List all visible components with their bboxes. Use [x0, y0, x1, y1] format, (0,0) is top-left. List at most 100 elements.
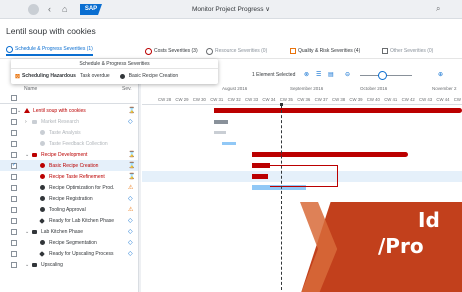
expand-icon[interactable]: ›: [25, 119, 27, 125]
task-bar[interactable]: [252, 174, 268, 179]
row-checkbox[interactable]: [11, 239, 17, 246]
task-bar[interactable]: [214, 131, 226, 134]
table-icon[interactable]: ▤: [328, 71, 334, 78]
severity-tab-3[interactable]: Resource Severities (0): [206, 46, 267, 56]
popover-item-target[interactable]: Basic Recipe Creation: [129, 73, 178, 79]
severity-tab-label: Resource Severities (0): [215, 48, 268, 54]
collapse-icon[interactable]: ⌄: [25, 152, 29, 158]
zoom-slider[interactable]: [360, 71, 412, 80]
collapse-icon[interactable]: ⌄: [25, 262, 29, 268]
app-title[interactable]: Monitor Project Progress ∨: [0, 5, 462, 13]
tree-row-label: Upscaling: [41, 261, 63, 268]
phase-bar[interactable]: [214, 119, 228, 124]
severity-tab-label: Schedule & Progress Severities (1): [15, 46, 93, 52]
week-label: CW 42: [401, 97, 415, 102]
week-label: CW 38: [332, 97, 346, 102]
severity-icon[interactable]: ◇: [128, 118, 133, 125]
zoom-slider-handle[interactable]: [378, 71, 387, 80]
severity-icon[interactable]: ◇: [128, 250, 133, 257]
tree-row[interactable]: Recipe Registration ◇: [0, 193, 138, 204]
collapse-icon[interactable]: ⌄: [17, 108, 21, 114]
select-all-checkbox[interactable]: [11, 95, 17, 101]
tree-row[interactable]: Recipe Segmentation ◇: [0, 237, 138, 248]
week-label: CW 44: [436, 97, 450, 102]
task-bar-selected[interactable]: [252, 163, 270, 168]
tree-row[interactable]: ⌄ Lab Kitchen Phase ◇: [0, 226, 138, 237]
severity-icon[interactable]: ◇: [128, 228, 133, 235]
row-checkbox[interactable]: [11, 162, 17, 169]
project-bar[interactable]: [214, 108, 462, 113]
tree-row[interactable]: Basic Recipe Creation ⌛: [0, 160, 138, 171]
week-label: CW 32: [227, 97, 241, 102]
severity-column-header[interactable]: Sev.: [122, 86, 132, 92]
row-checkbox[interactable]: [11, 118, 17, 125]
severity-icon[interactable]: ⚠: [128, 184, 133, 191]
milestone-icon: [39, 250, 45, 257]
severity-icon[interactable]: ◇: [128, 217, 133, 224]
banner-line-2: /Pro: [378, 234, 424, 258]
severity-icon[interactable]: ◇: [128, 239, 133, 246]
timeline-divider: [142, 104, 462, 105]
row-checkbox[interactable]: [11, 250, 17, 257]
tree-row[interactable]: Taste Analysis: [0, 127, 138, 138]
collapse-icon[interactable]: ⌄: [25, 229, 29, 235]
popover-item[interactable]: ⊠ Scheduling Hazardous Task overdue Basic…: [11, 69, 218, 83]
tree-row-label: Ready for Lab Kitchen Phase: [49, 217, 115, 224]
tree-row-label: Taste Analysis: [49, 129, 81, 136]
tree-row-label: Recipe Registration: [49, 195, 93, 202]
tree-row[interactable]: ⌄ Recipe Development ⌛: [0, 149, 138, 160]
task-bar[interactable]: [222, 142, 236, 145]
severity-popover: Schedule & Progress Severities ⊠ Scheduli…: [11, 59, 218, 84]
severity-icon[interactable]: ⌛: [128, 151, 135, 158]
row-checkbox[interactable]: [11, 195, 17, 202]
cancel-icon[interactable]: ⊗: [304, 71, 309, 78]
tree-row[interactable]: › Market Research ◇: [0, 116, 138, 127]
task-icon: [40, 163, 45, 168]
name-column-header[interactable]: Name: [24, 86, 37, 92]
tree-row[interactable]: ⌄ Upscaling: [0, 259, 138, 270]
severity-icon[interactable]: ◇: [128, 195, 133, 202]
tree-row[interactable]: Tooling Approval ⚠: [0, 204, 138, 215]
tree-row-label: Recipe Development: [41, 151, 88, 158]
zoom-out-icon[interactable]: ⊖: [345, 71, 350, 78]
severity-icon[interactable]: ⌛: [128, 173, 135, 180]
row-checkbox[interactable]: [11, 261, 17, 268]
tree-row-label: Recipe Segmentation: [49, 239, 97, 246]
severity-tab-4[interactable]: Quality & Risk Severities (4): [290, 46, 360, 56]
tree-column-header: Name Sev.: [0, 84, 138, 104]
row-checkbox[interactable]: [11, 228, 17, 235]
severity-icon[interactable]: ⌛: [128, 162, 135, 169]
splitter-handle[interactable]: [138, 84, 141, 292]
week-label: CW 34: [262, 97, 276, 102]
task-icon: [40, 185, 45, 190]
severity-icon[interactable]: ⚠: [128, 206, 133, 213]
week-label: CW 45: [453, 97, 462, 102]
tree-row[interactable]: Recipe Taste Refinement ⌛: [0, 171, 138, 182]
project-icon: [24, 108, 30, 113]
severity-icon[interactable]: ⌛: [128, 107, 135, 114]
task-dot-icon: [119, 73, 125, 79]
tree-row-label: Basic Recipe Creation: [49, 162, 99, 169]
row-checkbox[interactable]: [11, 184, 17, 191]
search-icon[interactable]: ⌕: [436, 4, 440, 14]
task-icon: [40, 130, 45, 135]
severity-tab-5[interactable]: Other Severities (0): [382, 46, 433, 56]
month-label: August 2016: [222, 86, 248, 91]
zoom-in-icon[interactable]: ⊕: [438, 71, 443, 78]
list-icon[interactable]: ☰: [316, 71, 321, 78]
severity-tab-label: Other Severities (0): [390, 48, 434, 54]
tree-row[interactable]: Ready for Upscaling Process ◇: [0, 248, 138, 259]
row-checkbox[interactable]: [11, 217, 17, 224]
tree-row[interactable]: Recipe Optimization for Prod. ⚠: [0, 182, 138, 193]
row-checkbox[interactable]: [11, 140, 17, 147]
severity-tab-1[interactable]: Schedule & Progress Severities (1): [6, 45, 93, 56]
tree-row[interactable]: ⌄ Lentil soup with cookies ⌛: [0, 105, 138, 116]
row-checkbox[interactable]: [11, 206, 17, 213]
phase-bar[interactable]: [252, 152, 408, 157]
tree-row[interactable]: Taste Feedback Collection: [0, 138, 138, 149]
tree-row[interactable]: Ready for Lab Kitchen Phase ◇: [0, 215, 138, 226]
severity-tab-2[interactable]: Costs Severities (3): [145, 46, 198, 56]
row-checkbox[interactable]: [11, 151, 17, 158]
row-checkbox[interactable]: [11, 129, 17, 136]
row-checkbox[interactable]: [11, 173, 17, 180]
